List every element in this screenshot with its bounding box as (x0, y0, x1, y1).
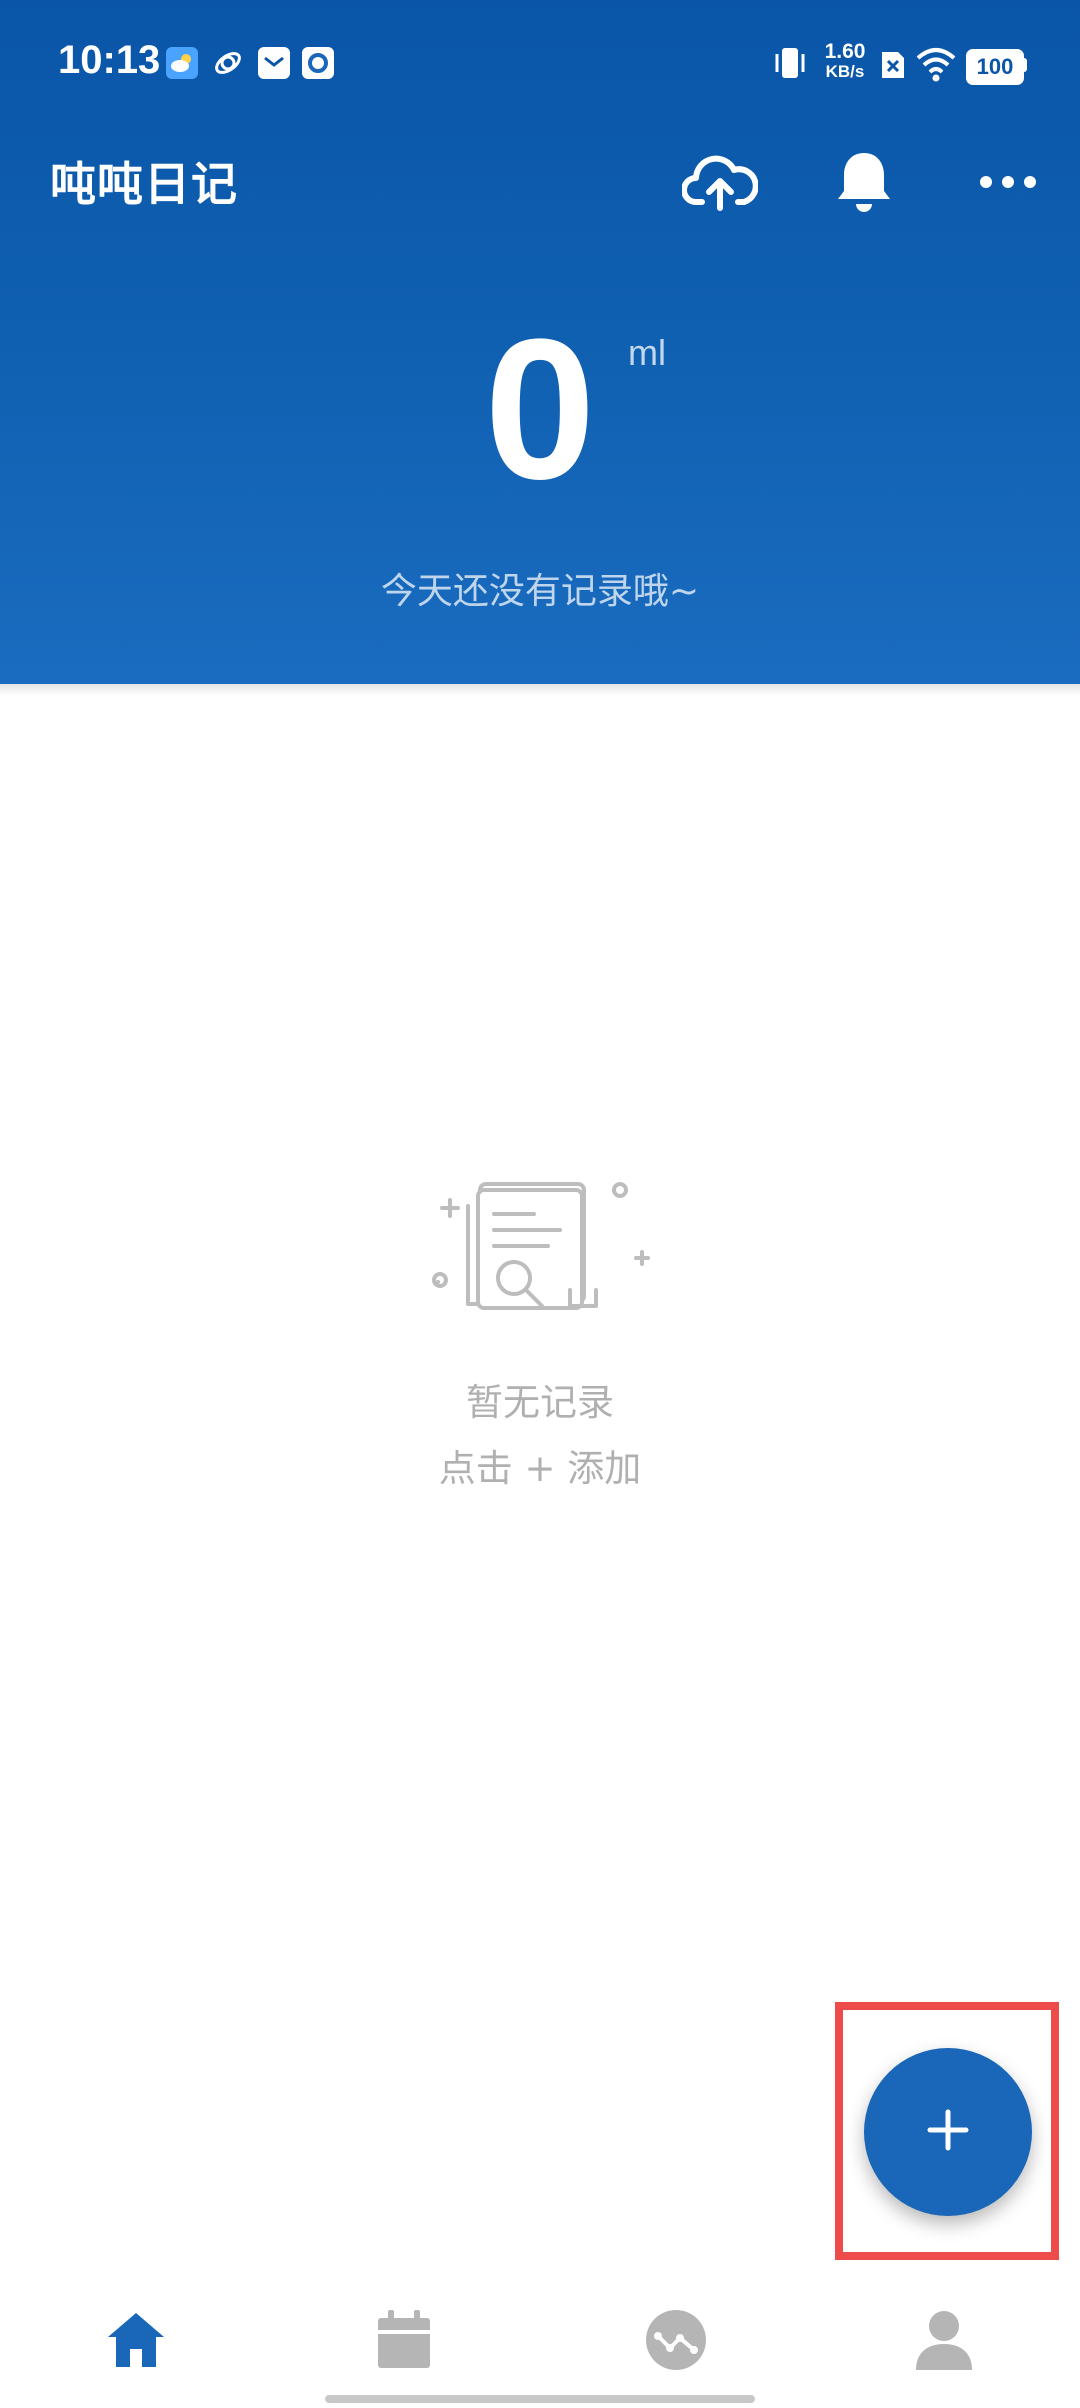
mail-app-icon (258, 47, 290, 79)
nav-stats[interactable] (636, 2302, 716, 2382)
vibrate-icon (772, 42, 808, 86)
calendar-icon (374, 2308, 434, 2376)
add-record-button[interactable] (864, 2048, 1032, 2216)
empty-state-title: 暂无记录 (466, 1381, 614, 1424)
nav-profile[interactable] (904, 2302, 984, 2382)
status-time: 10:13 (58, 38, 161, 82)
more-icon[interactable] (968, 142, 1048, 222)
home-indicator[interactable] (325, 2395, 755, 2403)
today-empty-hint: 今天还没有记录哦~ (380, 571, 700, 612)
bell-icon[interactable] (824, 142, 904, 222)
app-title: 吨吨日记 (50, 157, 238, 211)
header-shadow (0, 684, 1080, 696)
battery-tip (1022, 58, 1027, 72)
nav-home[interactable] (96, 2302, 176, 2382)
no-sim-icon (878, 42, 908, 86)
plus-icon (924, 2106, 972, 2158)
planet-app-icon (212, 47, 244, 79)
home-icon (104, 2309, 168, 2375)
home-screen: 10:13 1.60 KB/s 100 吨吨日记 0 ml 今天还没有记录哦~ … (0, 0, 1080, 2408)
bottom-nav (0, 2280, 1080, 2408)
wifi-icon (914, 42, 958, 86)
cloud-upload-icon[interactable] (680, 142, 760, 222)
browser-app-icon (302, 47, 334, 79)
empty-state-subtitle: 点击 + 添加 (438, 1447, 642, 1490)
net-speed-unit: KB/s (825, 62, 865, 81)
net-speed: 1.60 KB/s (822, 40, 868, 82)
stats-icon (644, 2308, 708, 2376)
today-total-value: 0 (484, 298, 596, 521)
nav-calendar[interactable] (364, 2302, 444, 2382)
status-bar: 10:13 1.60 KB/s 100 (0, 0, 1080, 130)
net-speed-value: 1.60 (824, 40, 866, 63)
battery-indicator: 100 (966, 49, 1024, 85)
profile-icon (914, 2308, 974, 2376)
weather-app-icon (166, 47, 198, 79)
today-total-unit: ml (628, 332, 666, 373)
empty-records-illustration (420, 1170, 660, 1340)
